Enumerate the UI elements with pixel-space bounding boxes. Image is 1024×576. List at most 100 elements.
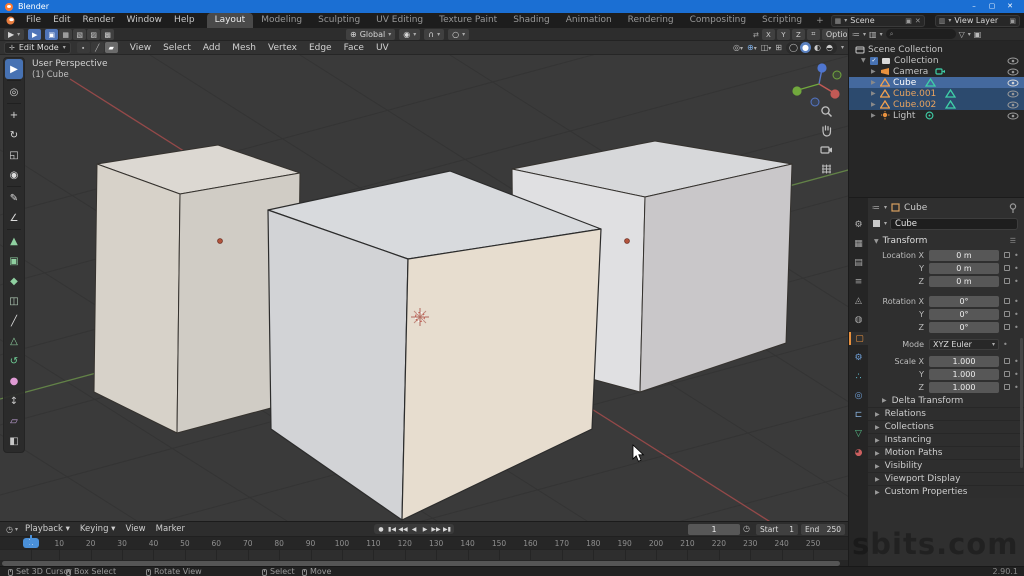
collection-expand-icon[interactable]: ▼	[861, 57, 867, 64]
tool-measure[interactable]: ∠	[5, 208, 23, 228]
select-mode-difference-button[interactable]: ▨	[87, 29, 100, 40]
tool-extrude-region[interactable]: ▲	[5, 231, 23, 251]
animate-icon[interactable]	[1004, 384, 1010, 390]
outliner-display-mode-icon[interactable]: ▥	[869, 30, 877, 39]
outliner-filter-icon[interactable]: ▽	[959, 30, 965, 39]
viewport-menu-face[interactable]: Face	[338, 41, 370, 55]
panel-relations[interactable]: ▶Relations	[868, 407, 1024, 420]
tool-move[interactable]: +	[5, 105, 23, 125]
viewport-menu-uv[interactable]: UV	[370, 41, 395, 55]
timeline-menu-view[interactable]: View	[120, 524, 150, 534]
tool-shear[interactable]: ▱	[5, 411, 23, 431]
animate-icon[interactable]	[1004, 298, 1010, 304]
workspace-tab-rendering[interactable]: Rendering	[620, 13, 682, 28]
panel-instancing[interactable]: ▶Instancing	[868, 433, 1024, 446]
decorator-icon[interactable]: •	[1014, 310, 1019, 319]
properties-tab-constraints[interactable]: ⊏	[849, 408, 868, 421]
scale-z-field[interactable]: 1.000	[929, 382, 999, 393]
rotation-mode-dropdown[interactable]: XYZ Euler▾	[929, 339, 999, 350]
animate-icon[interactable]	[1004, 265, 1010, 271]
editor-type-icon[interactable]: ≔	[872, 203, 880, 212]
properties-tab-scene[interactable]: ◬	[849, 294, 868, 307]
scene-selector[interactable]: ▦▾ Scene ▣ ✕	[831, 15, 925, 27]
properties-tab-tool[interactable]: ⚙	[849, 218, 868, 231]
timeline-track-area[interactable]	[0, 549, 848, 560]
panel-motion-paths[interactable]: ▶Motion Paths	[868, 446, 1024, 459]
play-button[interactable]: ▶	[420, 524, 430, 534]
timeline-ruler[interactable]: 1 10203040506070809010011012013014015016…	[0, 536, 848, 549]
frame-end-field[interactable]: End250	[801, 524, 845, 535]
shading-dropdown[interactable]: ▾	[841, 44, 844, 51]
maximize-button[interactable]: ▢	[983, 0, 1001, 13]
mirror-z-button[interactable]: Z	[792, 29, 805, 40]
viewport-3d[interactable]: User Perspective (1) Cube ▶◎+↻◱◉✎∠▲▣◆◫╱△…	[0, 55, 848, 521]
animate-icon[interactable]	[1004, 371, 1010, 377]
workspace-tab-shading[interactable]: Shading	[505, 13, 558, 28]
auto-keying-icon[interactable]: ◷	[743, 524, 750, 533]
outliner-row-cube-001[interactable]: ▶ Cube.001	[849, 88, 1024, 99]
rendered-shading-button[interactable]: ◓	[824, 42, 835, 53]
frame-start-field[interactable]: Start1	[756, 524, 798, 535]
tool-select-box[interactable]: ▶	[5, 59, 23, 79]
workspace-tab-sculpting[interactable]: Sculpting	[310, 13, 368, 28]
select-mode-subtract-button[interactable]: ▧	[73, 29, 86, 40]
animate-icon[interactable]	[1004, 311, 1010, 317]
delta-transform-panel[interactable]: ▶Delta Transform	[868, 394, 1024, 407]
outliner-row-collection[interactable]: ▼ ✓ Collection	[849, 55, 1024, 66]
menu-file[interactable]: File	[20, 15, 47, 25]
tool-transform[interactable]: ◉	[5, 165, 23, 185]
next-keyframe-button[interactable]: ▶▶	[431, 524, 441, 534]
eye-icon[interactable]	[1007, 90, 1019, 98]
object-type-dropdown[interactable]: ▾	[884, 220, 887, 227]
material-shading-button[interactable]: ◐	[812, 42, 823, 53]
tool-rip-region[interactable]: ◧	[5, 431, 23, 451]
snap-extra-button[interactable]: ⌗	[807, 29, 820, 40]
animate-icon[interactable]	[1004, 278, 1010, 284]
tool-smooth[interactable]: ●	[5, 371, 23, 391]
location-z-field[interactable]: 0 m	[929, 276, 999, 287]
panel-visibility[interactable]: ▶Visibility	[868, 459, 1024, 472]
decorator-icon[interactable]: •	[1014, 297, 1019, 306]
decorator-icon[interactable]: •	[1014, 357, 1019, 366]
decorator-icon[interactable]: •	[1014, 383, 1019, 392]
solid-shading-button[interactable]: ●	[800, 42, 811, 53]
tool-bevel[interactable]: ◆	[5, 271, 23, 291]
select-mode-intersect-button[interactable]: ▩	[101, 29, 114, 40]
pin-icon[interactable]	[1009, 203, 1017, 213]
perspective-toggle-icon[interactable]	[820, 162, 833, 175]
jump-to-start-button[interactable]: ▮◀	[387, 524, 397, 534]
rotation-z-field[interactable]: 0°	[929, 322, 999, 333]
workspace-tab-animation[interactable]: Animation	[558, 13, 620, 28]
properties-tab-output[interactable]: ▤	[849, 256, 868, 269]
mirror-x-button[interactable]: X	[762, 29, 775, 40]
viewport-menu-view[interactable]: View	[124, 41, 157, 55]
snap-toggle[interactable]: ∩▾	[424, 29, 444, 40]
unlink-scene-icon[interactable]: ✕	[915, 17, 921, 25]
current-frame-field[interactable]: 1	[688, 524, 740, 535]
menu-render[interactable]: Render	[77, 15, 121, 25]
minimize-button[interactable]: –	[965, 0, 983, 13]
workspace-tab-uv-editing[interactable]: UV Editing	[368, 13, 431, 28]
jump-to-end-button[interactable]: ▶▮	[442, 524, 452, 534]
pan-hand-icon[interactable]	[820, 124, 833, 137]
decorator-icon[interactable]: •	[1014, 277, 1019, 286]
navigation-gizmo[interactable]	[789, 63, 847, 109]
outliner-row-scene-collection[interactable]: Scene Collection	[849, 44, 1024, 55]
tool-spin[interactable]: ↺	[5, 351, 23, 371]
tool-annotate[interactable]: ✎	[5, 188, 23, 208]
timeline-menu-keying[interactable]: Keying ▾	[75, 524, 121, 534]
workspace-tab-texture-paint[interactable]: Texture Paint	[431, 13, 505, 28]
panel-viewport-display[interactable]: ▶Viewport Display	[868, 472, 1024, 485]
proportional-edit-toggle[interactable]: ○▾	[448, 29, 469, 40]
record-button[interactable]: ●	[376, 524, 386, 534]
eye-icon[interactable]	[1007, 101, 1019, 109]
tool-shrink-fatten[interactable]: ↕	[5, 391, 23, 411]
close-button[interactable]: ✕	[1001, 0, 1019, 13]
camera-view-icon[interactable]	[820, 143, 833, 156]
tool-poly-build[interactable]: △	[5, 331, 23, 351]
eye-icon[interactable]	[1007, 112, 1019, 120]
decorator-icon[interactable]: •	[1014, 323, 1019, 332]
outliner-row-cube-002[interactable]: ▶ Cube.002	[849, 99, 1024, 110]
tool-cursor[interactable]: ◎	[5, 82, 23, 102]
playhead-line[interactable]	[30, 535, 32, 547]
